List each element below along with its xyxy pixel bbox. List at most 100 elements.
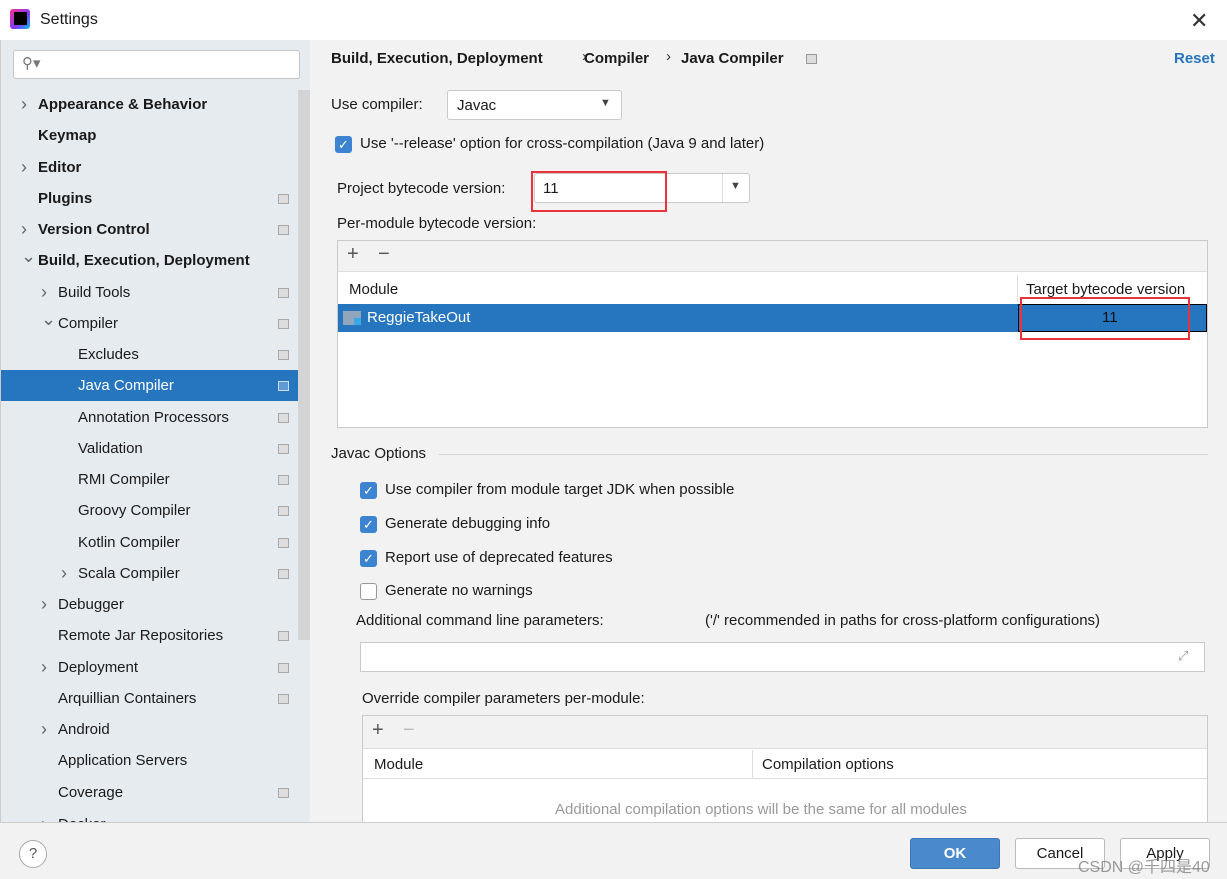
search-icon: ⚲▾ bbox=[22, 55, 41, 72]
chevron-right-icon[interactable]: › bbox=[21, 89, 27, 120]
sidebar-item[interactable]: Coverage bbox=[1, 777, 298, 808]
module-folder-icon bbox=[343, 311, 361, 325]
sidebar-item[interactable]: › Deployment bbox=[1, 652, 298, 683]
compiler-select[interactable]: Javac ▼ bbox=[447, 90, 622, 120]
chevron-down-icon: ▼ bbox=[600, 97, 611, 109]
sidebar-item[interactable]: Arquillian Containers bbox=[1, 683, 298, 714]
release-option-label: Use '--release' option for cross-compila… bbox=[360, 135, 765, 152]
chevron-down-icon[interactable]: ▼ bbox=[730, 180, 741, 192]
project-scope-icon bbox=[278, 381, 289, 391]
option-checkbox[interactable]: ✓ bbox=[360, 482, 377, 499]
sidebar-item-label: Deployment bbox=[58, 659, 139, 676]
cmd-params-input[interactable]: ⤢ bbox=[360, 642, 1205, 672]
sidebar-item[interactable]: › Debugger bbox=[1, 589, 298, 620]
sidebar-item[interactable]: › Editor bbox=[1, 152, 298, 183]
project-scope-icon bbox=[806, 54, 817, 64]
sidebar-item[interactable]: Plugins bbox=[1, 183, 298, 214]
sidebar-item-label: Annotation Processors bbox=[78, 409, 229, 426]
sidebar-item[interactable]: ⌄ Build, Execution, Deployment bbox=[1, 245, 298, 276]
sidebar-item[interactable]: Kotlin Compiler bbox=[1, 527, 298, 558]
project-scope-icon bbox=[278, 350, 289, 360]
project-scope-icon bbox=[278, 694, 289, 704]
sidebar-item[interactable]: ⌄ Compiler bbox=[1, 308, 298, 339]
project-scope-icon bbox=[278, 506, 289, 516]
expand-icon[interactable]: ⤢ bbox=[1178, 648, 1188, 664]
highlight-box bbox=[1020, 297, 1190, 340]
ok-button[interactable]: OK bbox=[910, 838, 1000, 869]
release-option-checkbox[interactable]: ✓ bbox=[335, 136, 352, 153]
sidebar-item[interactable]: Application Servers bbox=[1, 745, 298, 776]
sidebar-item-label: RMI Compiler bbox=[78, 471, 170, 488]
chevron-down-icon[interactable]: ⌄ bbox=[21, 241, 36, 272]
search-input[interactable]: ⚲▾ bbox=[13, 50, 300, 79]
option-label: Use compiler from module target JDK when… bbox=[385, 481, 735, 498]
remove-icon: − bbox=[403, 719, 415, 741]
chevron-right-icon[interactable]: › bbox=[61, 558, 67, 589]
cmd-params-hint: ('/' recommended in paths for cross-plat… bbox=[705, 612, 1101, 629]
column-header-target-version[interactable]: Target bytecode version bbox=[1026, 281, 1185, 298]
sidebar-item-label: Debugger bbox=[58, 596, 124, 613]
chevron-right-icon[interactable]: › bbox=[41, 714, 47, 745]
sidebar-item[interactable]: › Version Control bbox=[1, 214, 298, 245]
breadcrumb-item: Build, Execution, Deployment bbox=[331, 50, 543, 67]
watermark: CSDN @千四是40 bbox=[1078, 859, 1210, 876]
breadcrumb-item: Java Compiler bbox=[681, 50, 784, 67]
sidebar-item[interactable]: Excludes bbox=[1, 339, 298, 370]
sidebar-item-label: Keymap bbox=[38, 127, 97, 144]
sidebar-item[interactable]: Java Compiler bbox=[1, 370, 310, 401]
add-icon[interactable]: + bbox=[347, 243, 359, 266]
sidebar-item-label: Compiler bbox=[58, 315, 119, 332]
sidebar-item-label: Build Tools bbox=[58, 284, 131, 301]
chevron-down-icon[interactable]: ⌄ bbox=[41, 304, 56, 335]
chevron-right-icon[interactable]: › bbox=[41, 809, 47, 822]
sidebar-item-label: Android bbox=[58, 721, 110, 738]
project-scope-icon bbox=[278, 475, 289, 485]
chevron-right-icon[interactable]: › bbox=[41, 589, 47, 620]
option-checkbox[interactable]: ✓ bbox=[360, 550, 377, 567]
option-label: Generate no warnings bbox=[385, 582, 533, 599]
intellij-logo-icon bbox=[10, 9, 30, 29]
sidebar-item[interactable]: Annotation Processors bbox=[1, 402, 298, 433]
sidebar-item-label: Version Control bbox=[38, 221, 150, 238]
reset-link[interactable]: Reset bbox=[1174, 50, 1215, 67]
use-compiler-label: Use compiler: bbox=[331, 96, 423, 113]
sidebar-item-label: Plugins bbox=[38, 190, 93, 207]
sidebar-item[interactable]: › Android bbox=[1, 714, 298, 745]
sidebar-item-label: Remote Jar Repositories bbox=[58, 627, 224, 644]
sidebar-item-label: Appearance & Behavior bbox=[38, 96, 208, 113]
sidebar-item-label: Scala Compiler bbox=[78, 565, 180, 582]
chevron-right-icon[interactable]: › bbox=[21, 152, 27, 183]
close-icon[interactable]: ✕ bbox=[1190, 8, 1208, 34]
help-button[interactable]: ? bbox=[19, 840, 47, 868]
compiler-value: Javac bbox=[457, 97, 497, 114]
column-header-module[interactable]: Module bbox=[374, 756, 423, 773]
sidebar-item-label: Build, Execution, Deployment bbox=[38, 252, 250, 269]
sidebar-item[interactable]: Keymap bbox=[1, 120, 298, 151]
column-header-options[interactable]: Compilation options bbox=[762, 756, 894, 773]
sidebar-item[interactable]: Groovy Compiler bbox=[1, 495, 298, 526]
sidebar-item-label: Excludes bbox=[78, 346, 139, 363]
project-scope-icon bbox=[278, 663, 289, 673]
project-scope-icon bbox=[278, 288, 289, 298]
sidebar-item-label: Arquillian Containers bbox=[58, 690, 197, 707]
sidebar-item[interactable]: › Docker bbox=[1, 809, 298, 822]
column-header-module[interactable]: Module bbox=[349, 281, 398, 298]
remove-icon[interactable]: − bbox=[378, 243, 390, 266]
sidebar-item[interactable]: › Scala Compiler bbox=[1, 558, 298, 589]
chevron-right-icon[interactable]: › bbox=[41, 652, 47, 683]
window-title: Settings bbox=[40, 11, 98, 28]
add-icon[interactable]: + bbox=[372, 719, 384, 742]
sidebar-item[interactable]: RMI Compiler bbox=[1, 464, 298, 495]
sidebar-scrollbar[interactable] bbox=[298, 90, 310, 640]
option-label: Generate debugging info bbox=[385, 515, 551, 532]
option-checkbox[interactable]: ✓ bbox=[360, 516, 377, 533]
sidebar-item[interactable]: Validation bbox=[1, 433, 298, 464]
settings-sidebar: ⚲▾ › Appearance & Behavior Keymap › Editor Pl… bbox=[0, 40, 310, 822]
dialog-footer: ? OK Cancel Apply CSDN @千四是40 bbox=[0, 822, 1227, 879]
sidebar-item[interactable]: Remote Jar Repositories bbox=[1, 620, 298, 651]
cmd-params-label: Additional command line parameters: bbox=[356, 612, 604, 629]
option-checkbox[interactable] bbox=[360, 583, 377, 600]
project-scope-icon bbox=[278, 444, 289, 454]
sidebar-item[interactable]: › Appearance & Behavior bbox=[1, 89, 298, 120]
project-scope-icon bbox=[278, 631, 289, 641]
